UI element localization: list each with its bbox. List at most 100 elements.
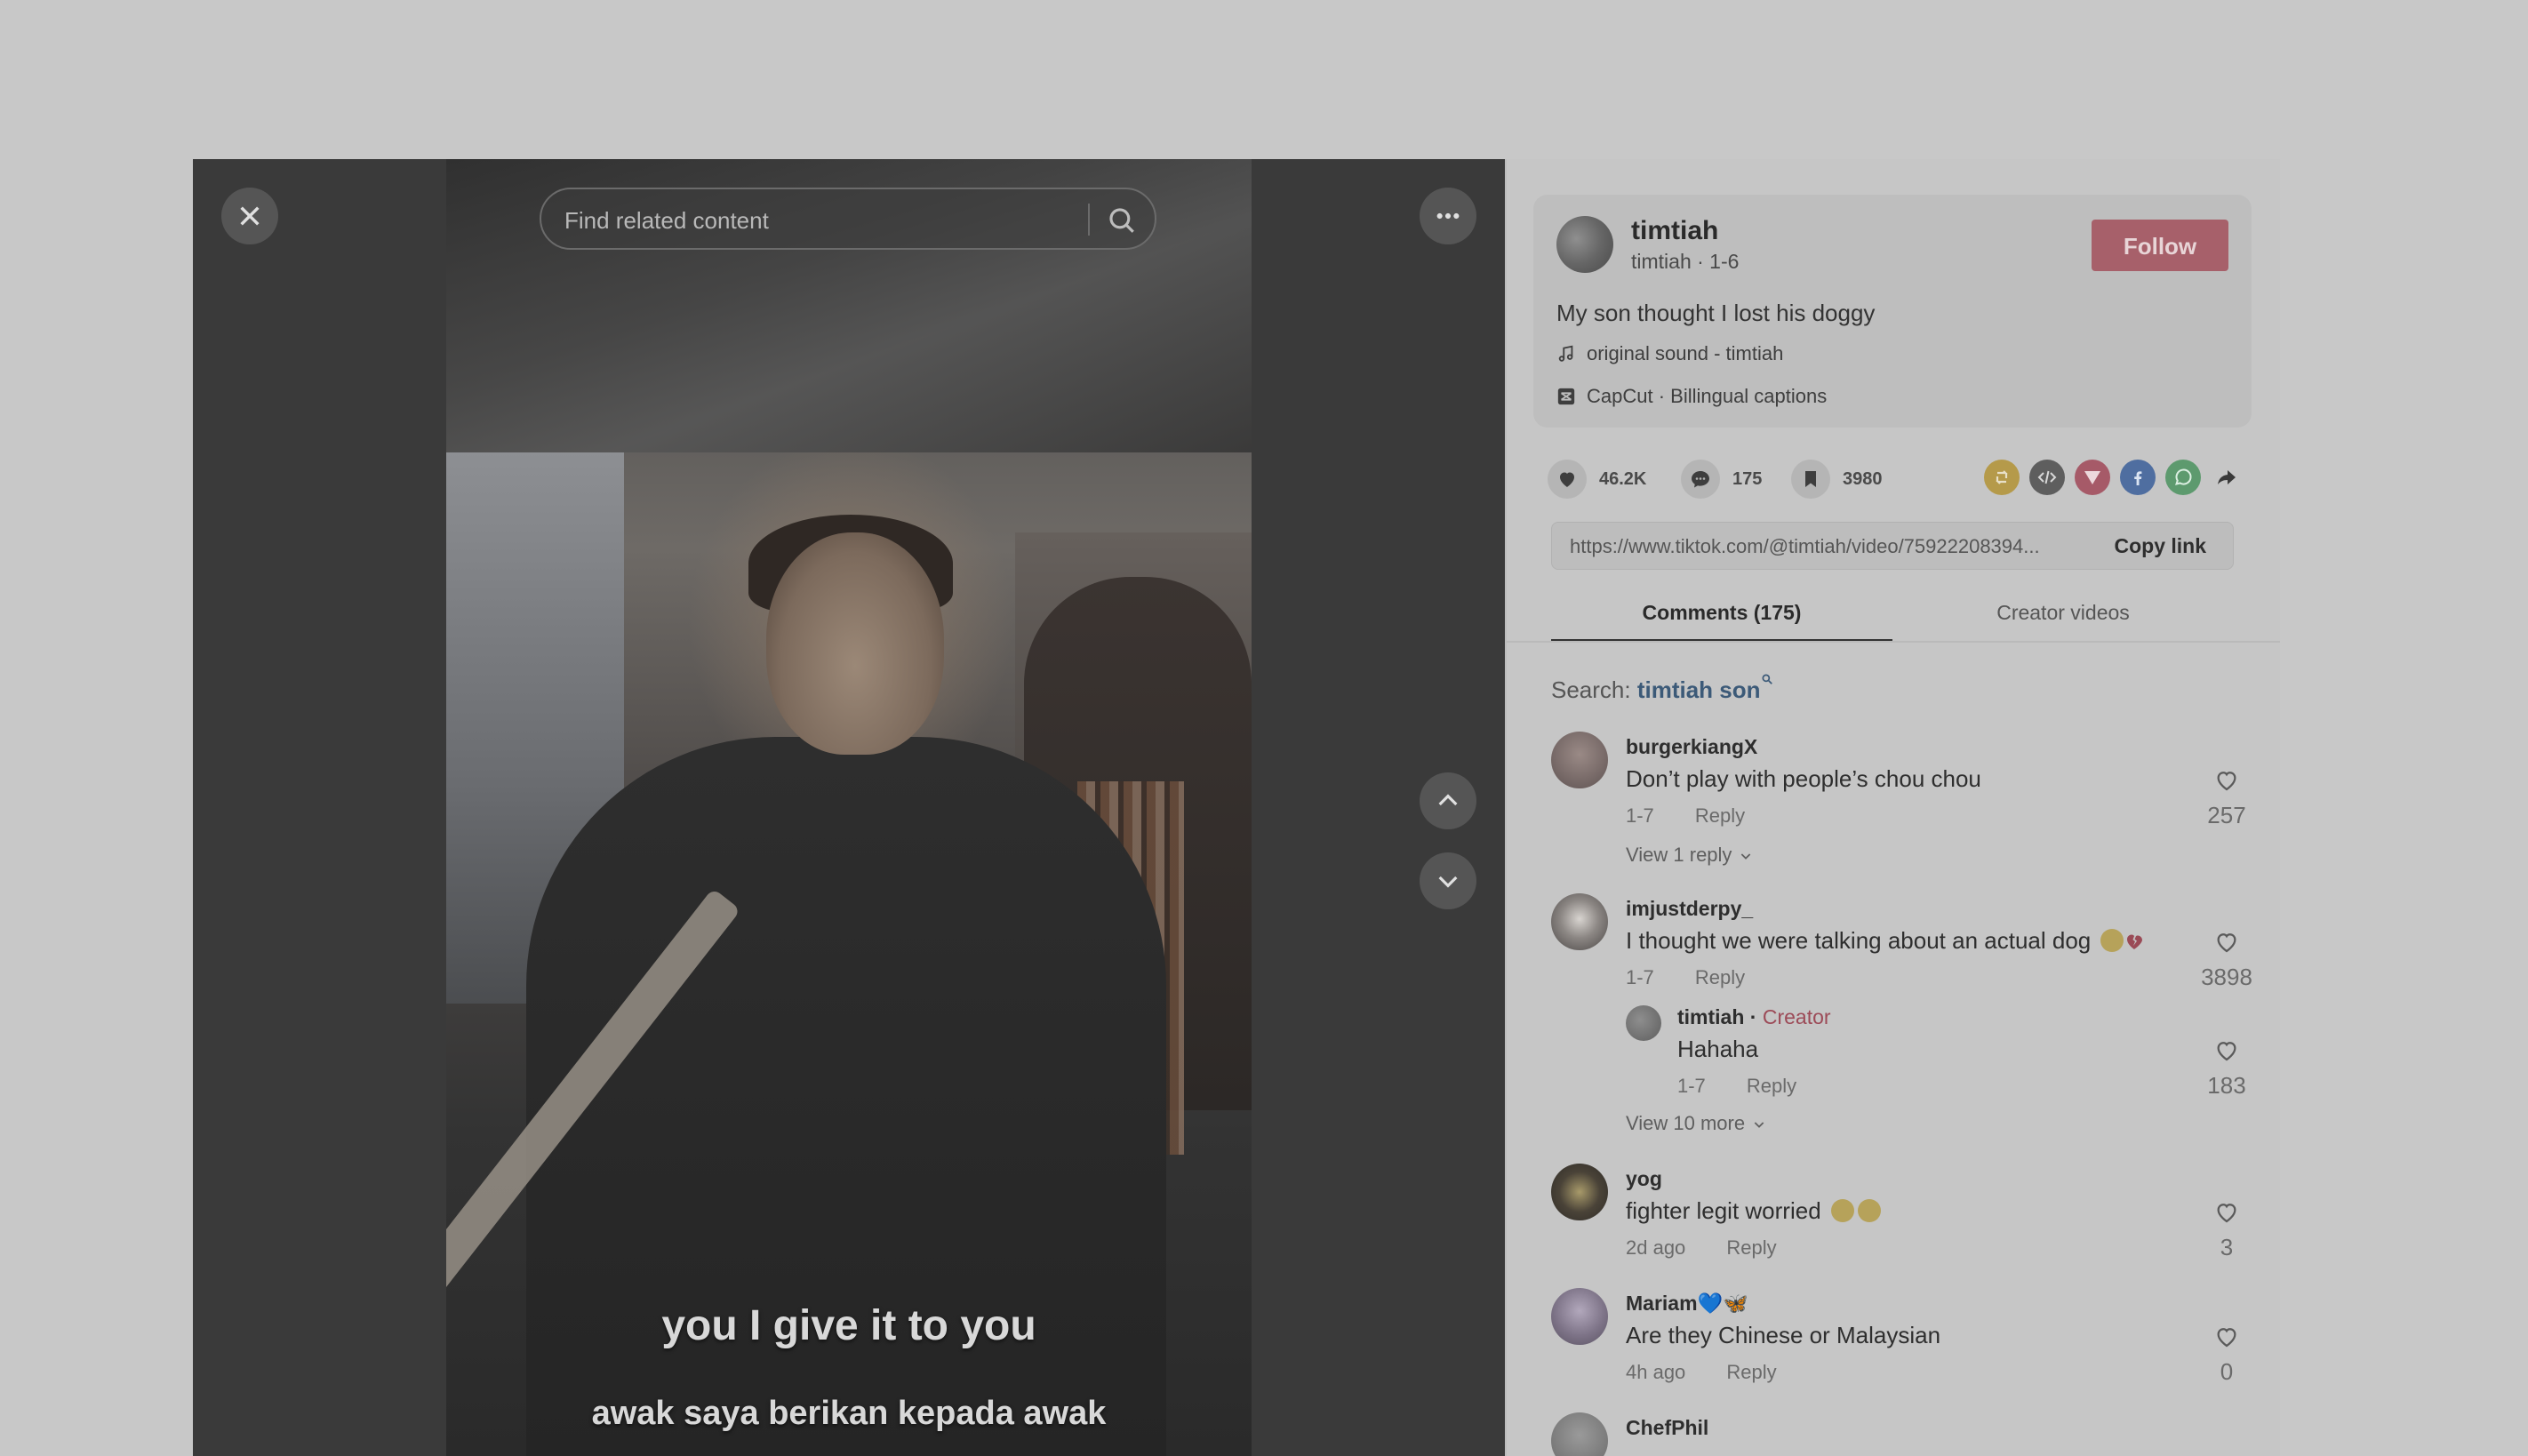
reply-username-line: timtiah · Creator	[1677, 1005, 1831, 1028]
comment-like[interactable]: 0	[2200, 1324, 2253, 1386]
search-suggestion[interactable]: Search: timtiah son	[1551, 673, 1773, 704]
chevron-down-icon	[1438, 876, 1458, 888]
tab-creator-videos[interactable]: Creator videos	[1892, 586, 2234, 639]
reply-username[interactable]: timtiah	[1677, 1005, 1744, 1028]
comment-like-count: 257	[2207, 802, 2246, 828]
comment-avatar[interactable]	[1551, 1288, 1608, 1345]
share-url[interactable]: https://www.tiktok.com/@timtiah/video/75…	[1570, 535, 2085, 558]
creator-info-card: timtiah timtiah · 1-6 Follow My son thou…	[1533, 195, 2252, 428]
view-replies-button[interactable]: View 1 reply	[1626, 844, 1753, 867]
reply-button[interactable]: Reply	[1695, 804, 1745, 827]
details-panel: timtiah timtiah · 1-6 Follow My son thou…	[1505, 159, 2280, 1456]
reply-avatar[interactable]	[1626, 1005, 1661, 1041]
related-search-bar[interactable]: Find related content	[540, 188, 1156, 250]
search-suggestion-term[interactable]: timtiah son	[1637, 676, 1761, 703]
comment-text-content: I thought we were talking about an actua…	[1626, 927, 2092, 954]
video-player: you I give it to you awak saya berikan k…	[193, 159, 1505, 1456]
capcut-link[interactable]: CapCut · Billingual captions	[1556, 385, 1827, 408]
heart-outline-icon	[2217, 933, 2236, 953]
previous-video-button[interactable]	[1420, 772, 1476, 829]
view-replies-label: View 1 reply	[1626, 844, 1732, 866]
view-more-label: View 10 more	[1626, 1112, 1746, 1134]
comment-like-count: 3	[2220, 1234, 2234, 1260]
follow-button[interactable]: Follow	[2092, 220, 2228, 271]
search-mini-icon	[1761, 674, 1772, 684]
heart-outline-icon	[2217, 772, 2236, 791]
chevron-up-icon	[1438, 794, 1458, 806]
comment-text: I thought we were talking about an actua…	[1626, 927, 2145, 955]
search-divider	[1088, 204, 1090, 236]
comment-meta: 2d ago Reply	[1626, 1236, 1777, 1260]
search-placeholder[interactable]: Find related content	[564, 207, 769, 235]
reply-button[interactable]: Reply	[1726, 1361, 1776, 1383]
sound-link[interactable]: original sound - timtiah	[1556, 342, 1783, 365]
music-note-icon	[1558, 345, 1573, 362]
reply-button[interactable]: Reply	[1726, 1236, 1776, 1259]
comment-icon	[1692, 471, 1709, 488]
video-description: My son thought I lost his doggy	[1556, 300, 1876, 326]
comment-item: ChefPhil	[1551, 1412, 2253, 1456]
send-icon	[2084, 471, 2100, 484]
heart-outline-icon	[2217, 1204, 2236, 1223]
reply-date: 1-7	[1677, 1075, 1706, 1097]
comment-username[interactable]: burgerkiangX	[1626, 735, 1757, 759]
grin-emoji-icon	[1830, 1199, 1854, 1222]
grin-emoji-icon	[1857, 1199, 1881, 1222]
comment-avatar[interactable]	[1551, 732, 1608, 788]
creator-avatar[interactable]	[1556, 216, 1613, 273]
broken-heart-icon	[2127, 934, 2143, 949]
close-button[interactable]	[221, 188, 278, 244]
bookmark-icon	[1805, 471, 1816, 487]
heart-icon	[1560, 472, 1574, 487]
comment-avatar[interactable]	[1551, 1412, 1608, 1456]
more-options-button[interactable]	[1420, 188, 1476, 244]
embed-code-icon	[2037, 470, 2057, 484]
chevron-down-icon	[1754, 1122, 1764, 1128]
reply-button[interactable]: Reply	[1695, 966, 1745, 988]
send-to-friends-button[interactable]	[2075, 460, 2110, 495]
save-count: 3980	[1843, 468, 1883, 489]
heart-outline-icon	[2217, 1042, 2236, 1061]
share-link-box: https://www.tiktok.com/@timtiah/video/75…	[1551, 522, 2234, 570]
like-count: 46.2K	[1599, 468, 1647, 489]
comment-count: 175	[1732, 468, 1763, 489]
repost-button[interactable]	[1984, 460, 2020, 495]
comment-username[interactable]: yog	[1626, 1167, 1662, 1191]
comment-item: burgerkiangX Don’t play with people’s ch…	[1551, 732, 2253, 874]
creator-name[interactable]: timtiah	[1631, 216, 1718, 246]
comment-username[interactable]: imjustderpy_	[1626, 897, 1753, 921]
sound-name: original sound - timtiah	[1587, 342, 1784, 364]
reply-like[interactable]: 183	[2200, 1037, 2253, 1100]
reply-meta: 1-7 Reply	[1677, 1075, 1796, 1098]
video-frame[interactable]: you I give it to you awak saya berikan k…	[446, 159, 1252, 1456]
view-more-replies-button[interactable]: View 10 more	[1626, 1112, 1766, 1135]
comment-like[interactable]: 257	[2200, 767, 2253, 829]
more-share-button[interactable]	[2209, 460, 2244, 495]
embed-button[interactable]	[2029, 460, 2065, 495]
comment-text: fighter legit worried	[1626, 1197, 1881, 1225]
next-video-button[interactable]	[1420, 852, 1476, 909]
video-caption-malay: awak saya berikan kepada awak	[591, 1395, 1107, 1432]
save-action[interactable]: 3980	[1791, 452, 1883, 506]
reply-button[interactable]: Reply	[1747, 1075, 1796, 1097]
comment-username[interactable]: ChefPhil	[1626, 1416, 1708, 1440]
comment-like[interactable]: 3	[2200, 1199, 2253, 1261]
comment-item: imjustderpy_ I thought we were talking a…	[1551, 893, 2253, 1160]
like-action[interactable]: 46.2K	[1548, 452, 1646, 506]
comment-text-content: fighter legit worried	[1626, 1197, 1821, 1224]
video-scene-face	[766, 532, 944, 755]
comment-avatar[interactable]	[1551, 1164, 1608, 1220]
whatsapp-share-button[interactable]	[2165, 460, 2201, 495]
comment-meta: 4h ago Reply	[1626, 1361, 1777, 1384]
reply-like-count: 183	[2207, 1072, 2246, 1099]
comment-username[interactable]: Mariam💙🦋	[1626, 1292, 1748, 1316]
capcut-icon	[1557, 388, 1575, 405]
comment-action[interactable]: 175	[1681, 452, 1762, 506]
facebook-share-button[interactable]	[2120, 460, 2156, 495]
comment-text: Are they Chinese or Malaysian	[1626, 1322, 1941, 1348]
comment-like[interactable]: 3898	[2200, 929, 2253, 991]
tab-comments[interactable]: Comments (175)	[1551, 586, 1892, 643]
search-icon[interactable]	[1107, 205, 1137, 236]
comment-avatar[interactable]	[1551, 893, 1608, 950]
copy-link-button[interactable]: Copy link	[2114, 534, 2206, 558]
